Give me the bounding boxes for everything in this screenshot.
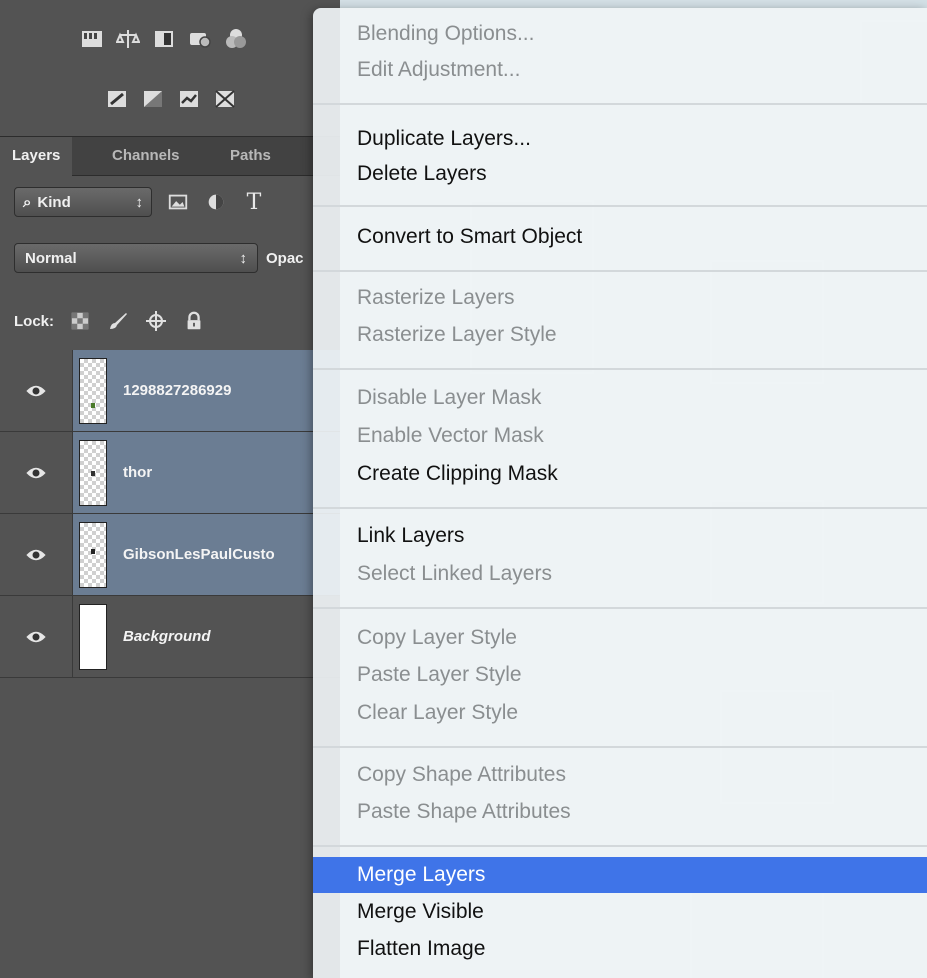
menu-item-select-linked-layers[interactable]: Select Linked Layers xyxy=(313,556,927,592)
eye-icon xyxy=(26,631,46,643)
menu-separator xyxy=(313,270,927,272)
layer-row[interactable]: GibsonLesPaulCusto xyxy=(0,514,340,596)
menu-separator xyxy=(313,746,927,748)
layer-body[interactable]: thor xyxy=(73,432,340,513)
menu-item-merge-visible[interactable]: Merge Visible xyxy=(313,894,927,930)
lock-row: Lock: xyxy=(14,304,206,338)
layer-context-menu: Blending Options... Edit Adjustment... D… xyxy=(313,8,927,978)
layer-row[interactable]: thor xyxy=(0,432,340,514)
black-white-icon[interactable] xyxy=(152,27,176,51)
tab-channels[interactable]: Channels xyxy=(100,137,192,175)
menu-item-copy-layer-style[interactable]: Copy Layer Style xyxy=(313,620,927,656)
menu-item-clear-layer-style[interactable]: Clear Layer Style xyxy=(313,695,927,731)
layer-name: GibsonLesPaulCusto xyxy=(123,546,275,563)
layers-list: 1298827286929 thor GibsonLesPaulCusto Ba… xyxy=(0,350,340,678)
menu-item-delete-layers[interactable]: Delete Layers xyxy=(313,156,927,192)
invert-icon[interactable] xyxy=(105,87,129,111)
menu-item-disable-layer-mask[interactable]: Disable Layer Mask xyxy=(313,380,927,416)
channel-mixer-icon[interactable] xyxy=(224,27,248,51)
layers-panel: Layers Channels Paths ⌕ Kind ↕ T Normal … xyxy=(0,0,340,978)
layer-name: 1298827286929 xyxy=(123,382,232,399)
menu-separator xyxy=(313,507,927,509)
layer-name: thor xyxy=(123,464,153,481)
panel-tabs: Layers Channels Paths xyxy=(0,136,340,176)
lock-label: Lock: xyxy=(14,312,55,330)
levels-icon[interactable] xyxy=(80,27,104,51)
opacity-label: Opac xyxy=(266,249,304,267)
menu-item-copy-shape-attributes[interactable]: Copy Shape Attributes xyxy=(313,757,927,793)
type-layer-filter-icon[interactable]: T xyxy=(242,190,266,215)
kind-filter-select[interactable]: ⌕ Kind ↕ xyxy=(14,187,152,217)
menu-separator xyxy=(313,103,927,105)
layer-body[interactable]: Background xyxy=(73,596,340,677)
eye-icon xyxy=(26,549,46,561)
menu-separator xyxy=(313,607,927,609)
blend-mode-value: Normal xyxy=(25,249,77,267)
photo-filter-icon[interactable] xyxy=(188,27,212,51)
kind-label: Kind xyxy=(37,193,71,211)
eye-icon xyxy=(26,467,46,479)
menu-separator xyxy=(313,368,927,370)
lock-all-padlock-icon[interactable] xyxy=(182,309,206,333)
updown-arrows-icon: ↕ xyxy=(135,193,144,211)
lock-position-move-icon[interactable] xyxy=(144,309,168,333)
updown-arrows-icon: ↕ xyxy=(239,249,248,267)
menu-item-create-clipping-mask[interactable]: Create Clipping Mask xyxy=(313,456,927,492)
pixel-layer-filter-icon[interactable] xyxy=(166,190,190,214)
lock-image-pixels-brush-icon[interactable] xyxy=(106,309,130,333)
lock-transparent-pixels-icon[interactable] xyxy=(68,309,92,333)
layer-name: Background xyxy=(123,628,211,645)
visibility-toggle[interactable] xyxy=(0,596,73,678)
threshold-icon[interactable] xyxy=(177,87,201,111)
menu-item-duplicate-layers[interactable]: Duplicate Layers... xyxy=(313,121,927,157)
layer-thumbnail xyxy=(79,604,107,670)
layer-thumbnail xyxy=(79,358,107,424)
layer-body[interactable]: GibsonLesPaulCusto xyxy=(73,514,340,595)
selective-color-icon[interactable] xyxy=(213,87,237,111)
layer-thumbnail xyxy=(79,440,107,506)
menu-item-paste-layer-style[interactable]: Paste Layer Style xyxy=(313,657,927,693)
posterize-icon[interactable] xyxy=(141,87,165,111)
menu-item-enable-vector-mask[interactable]: Enable Vector Mask xyxy=(313,418,927,454)
menu-item-merge-layers[interactable]: Merge Layers xyxy=(313,857,927,893)
blend-mode-select[interactable]: Normal ↕ xyxy=(14,243,258,273)
balance-icon[interactable] xyxy=(116,27,140,51)
tab-layers[interactable]: Layers xyxy=(0,137,73,176)
adjustments-row-2 xyxy=(105,82,237,116)
visibility-toggle[interactable] xyxy=(0,514,73,596)
menu-item-edit-adjustment[interactable]: Edit Adjustment... xyxy=(313,52,927,88)
filter-row: ⌕ Kind ↕ T xyxy=(14,186,266,218)
menu-separator xyxy=(313,845,927,847)
adjustment-layer-filter-icon[interactable] xyxy=(204,190,228,214)
layer-thumbnail xyxy=(79,522,107,588)
adjustments-row-1 xyxy=(80,22,248,56)
menu-item-link-layers[interactable]: Link Layers xyxy=(313,518,927,554)
menu-item-blending-options[interactable]: Blending Options... xyxy=(313,16,927,52)
layer-body[interactable]: 1298827286929 xyxy=(73,350,340,431)
layer-row[interactable]: Background xyxy=(0,596,340,678)
visibility-toggle[interactable] xyxy=(0,350,73,432)
menu-separator xyxy=(313,205,927,207)
visibility-toggle[interactable] xyxy=(0,432,73,514)
menu-item-paste-shape-attributes[interactable]: Paste Shape Attributes xyxy=(313,794,927,830)
menu-item-convert-smart-object[interactable]: Convert to Smart Object xyxy=(313,219,927,255)
menu-item-flatten-image[interactable]: Flatten Image xyxy=(313,931,927,967)
blend-row: Normal ↕ Opac xyxy=(14,242,304,274)
layer-row[interactable]: 1298827286929 xyxy=(0,350,340,432)
search-icon: ⌕ xyxy=(23,193,32,211)
menu-item-rasterize-layer-style[interactable]: Rasterize Layer Style xyxy=(313,317,927,353)
tab-paths[interactable]: Paths xyxy=(218,137,283,175)
eye-icon xyxy=(26,385,46,397)
menu-item-rasterize-layers[interactable]: Rasterize Layers xyxy=(313,280,927,316)
